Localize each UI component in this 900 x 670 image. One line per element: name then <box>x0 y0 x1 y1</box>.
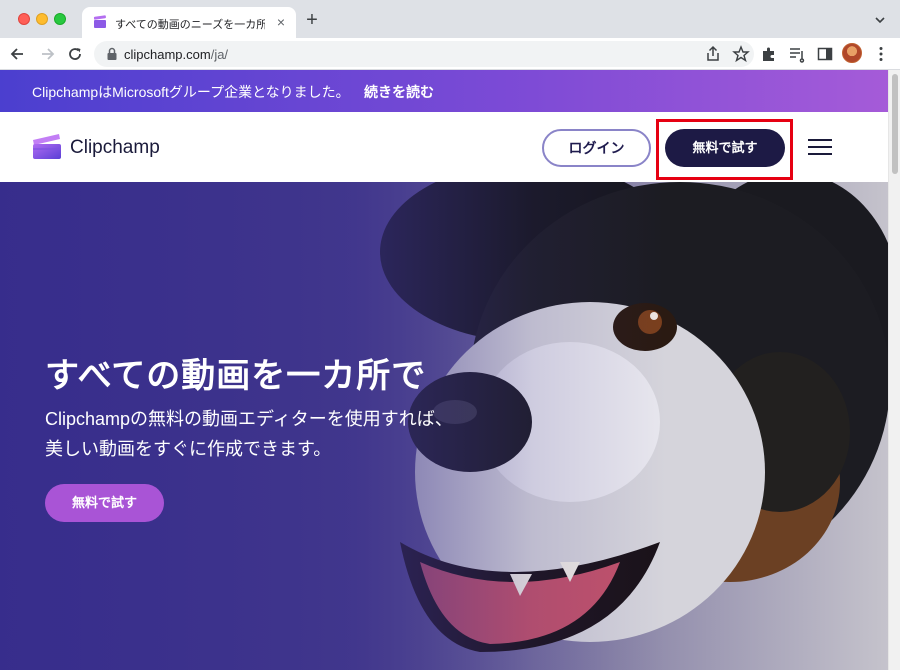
login-button[interactable]: ログイン <box>542 129 651 167</box>
window-zoom-button[interactable] <box>54 13 66 25</box>
page-scrollbar[interactable] <box>888 70 900 670</box>
hero-section: すべての動画を一カ所で Clipchampの無料の動画エディターを使用すれば、美… <box>0 182 888 670</box>
site-header: Clipchamp ログイン 無料で試す <box>0 112 888 182</box>
side-panel-icon[interactable] <box>816 45 834 63</box>
lock-icon <box>107 47 117 60</box>
profile-avatar[interactable] <box>842 43 862 63</box>
url-path: /ja/ <box>210 47 229 62</box>
window-close-button[interactable] <box>18 13 30 25</box>
tab-search-chevron-icon[interactable] <box>872 12 888 28</box>
logo-text[interactable]: Clipchamp <box>70 137 160 159</box>
back-arrow-icon[interactable] <box>8 44 28 64</box>
bookmark-star-icon[interactable] <box>732 45 750 63</box>
hero-free-trial-button[interactable]: 無料で試す <box>45 484 164 522</box>
browser-menu-icon[interactable] <box>872 45 890 63</box>
forward-arrow-icon[interactable] <box>37 44 57 64</box>
address-bar[interactable]: clipchamp.com/ja/ <box>94 41 754 67</box>
banner-text: ClipchampはMicrosoftグループ企業となりました。 <box>32 84 350 100</box>
url-host: clipchamp.com <box>124 47 211 62</box>
hero-title: すべての動画を一カ所で <box>45 357 427 395</box>
clipchamp-logo-icon[interactable] <box>32 132 62 160</box>
clipchamp-favicon-icon <box>93 15 106 28</box>
hero-description: Clipchampの無料の動画エディターを使用すれば、美しい動画をすぐに作成でき… <box>45 409 453 459</box>
browser-tab-bar: すべての動画のニーズを一カ所で × + <box>0 0 900 38</box>
url-text: clipchamp.com/ja/ <box>124 47 228 62</box>
new-tab-button[interactable]: + <box>302 10 322 30</box>
banner-read-more-link[interactable]: 続きを読む <box>364 82 434 102</box>
tab-title: すべての動画のニーズを一カ所で <box>115 19 265 31</box>
web-page: ClipchampはMicrosoftグループ企業となりました。 続きを読む C… <box>0 70 888 670</box>
reload-icon[interactable] <box>65 44 85 64</box>
scrollbar-thumb[interactable] <box>892 74 898 174</box>
tab-close-icon[interactable]: × <box>272 13 290 31</box>
extensions-puzzle-icon[interactable] <box>760 45 778 63</box>
free-trial-button[interactable]: 無料で試す <box>665 129 785 167</box>
browser-tab[interactable]: すべての動画のニーズを一カ所で × <box>82 7 296 38</box>
share-icon[interactable] <box>704 45 722 63</box>
reading-list-icon[interactable] <box>788 45 806 63</box>
hamburger-menu-icon[interactable] <box>808 137 832 157</box>
window-minimize-button[interactable] <box>36 13 48 25</box>
announcement-banner: ClipchampはMicrosoftグループ企業となりました。 続きを読む <box>0 70 888 112</box>
browser-toolbar: clipchamp.com/ja/ <box>0 38 900 70</box>
